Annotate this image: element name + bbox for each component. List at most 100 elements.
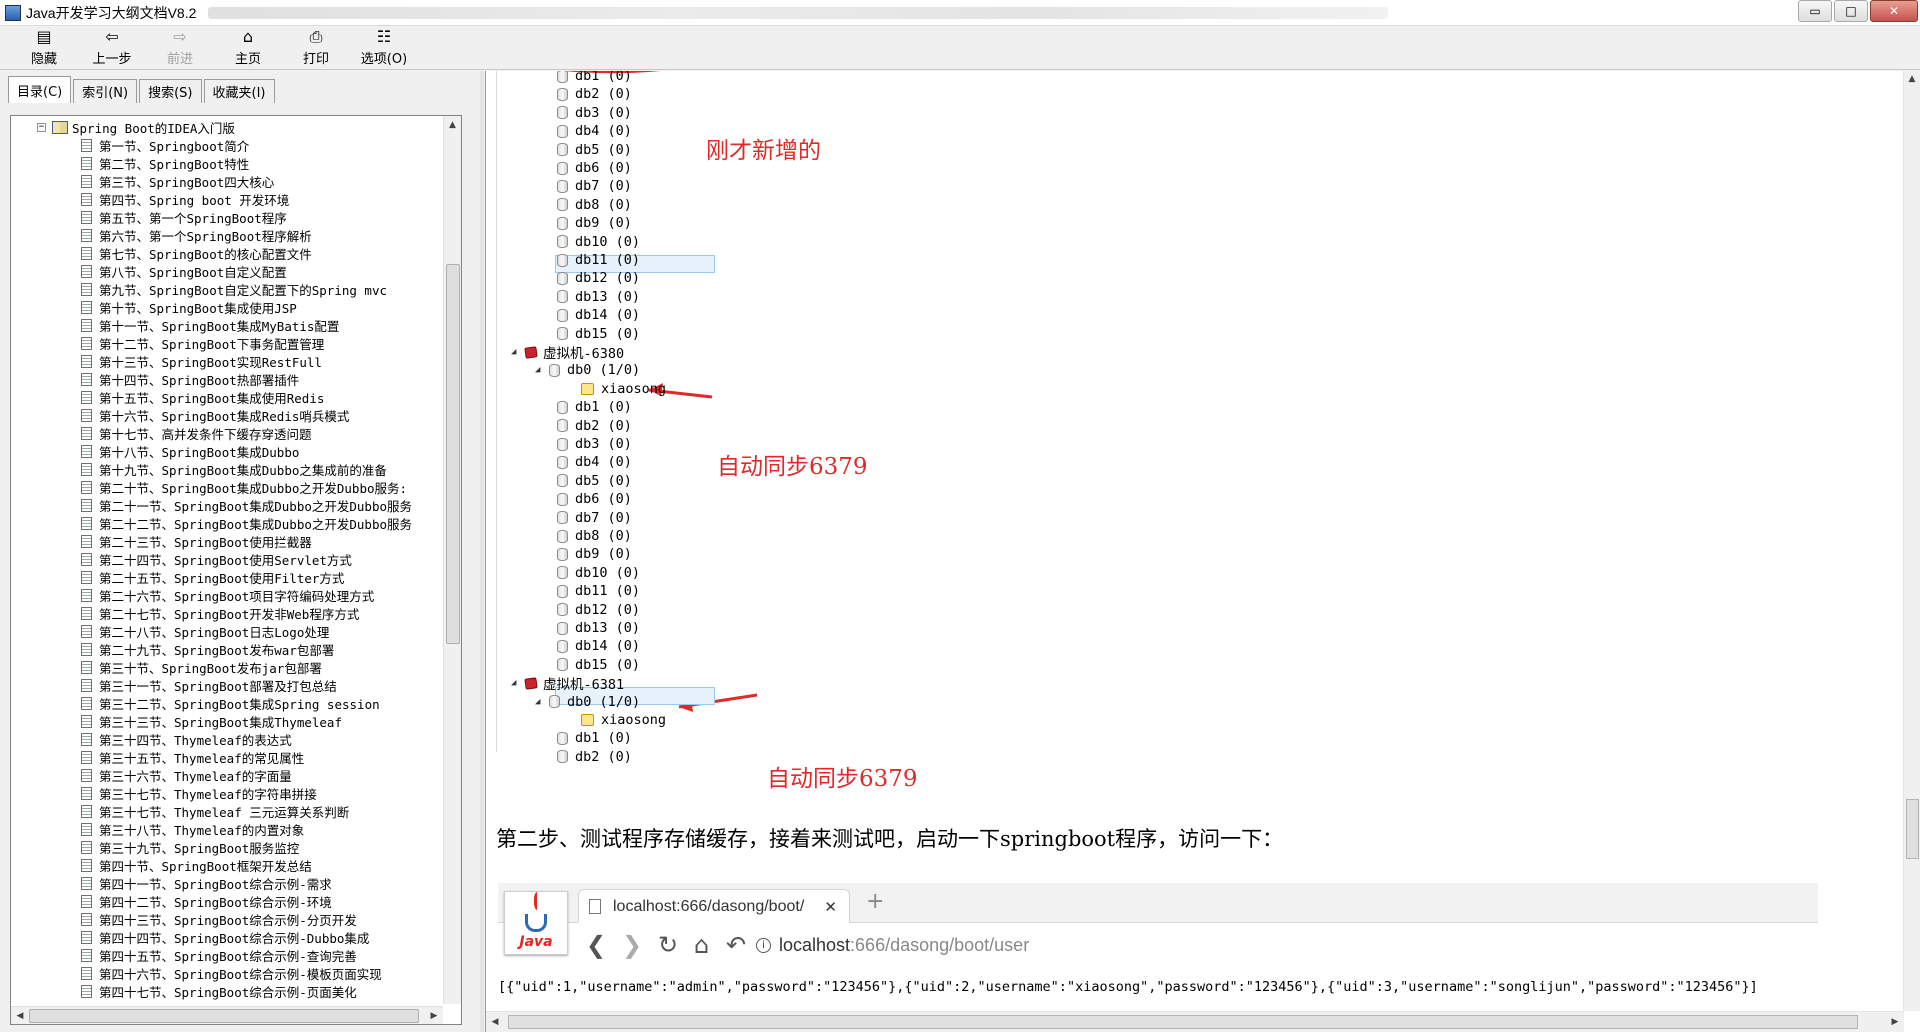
toc-item[interactable]: 第二十节、SpringBoot集成Dubbo之开发Dubbo服务: <box>81 478 412 496</box>
expand-icon[interactable]: ◢ <box>535 365 549 375</box>
toc-item[interactable]: 第三十四节、Thymeleaf的表达式 <box>81 730 412 748</box>
expand-icon[interactable]: ◢ <box>535 697 549 707</box>
toc-item[interactable]: 第三十节、SpringBoot发布jar包部署 <box>81 658 412 676</box>
redis-db-node[interactable]: db1 (0) <box>557 398 632 416</box>
toc-item[interactable]: 第三十二节、SpringBoot集成Spring session <box>81 694 412 712</box>
redis-db-node[interactable]: db4 (0) <box>557 122 632 140</box>
redis-db-node[interactable]: db11 (0) <box>557 251 640 269</box>
expand-icon[interactable]: ◢ <box>511 347 525 357</box>
content-vertical-scrollbar[interactable]: ▲ <box>1903 71 1920 1011</box>
scroll-left-icon[interactable]: ◀ <box>486 1012 504 1032</box>
toc-item[interactable]: 第四十三节、SpringBoot综合示例-分页开发 <box>81 910 412 928</box>
redis-db-node[interactable]: db6 (0) <box>557 490 632 508</box>
toc-item[interactable]: 第十一节、SpringBoot集成MyBatis配置 <box>81 316 412 334</box>
toc-vertical-scrollbar[interactable]: ▲ <box>443 116 461 1004</box>
scroll-left-icon[interactable]: ◀ <box>11 1007 29 1024</box>
toc-item[interactable]: 第七节、SpringBoot的核心配置文件 <box>81 244 412 262</box>
toc-item[interactable]: 第二十八节、SpringBoot日志Logo处理 <box>81 622 412 640</box>
scroll-right-icon[interactable]: ▶ <box>1886 1012 1904 1032</box>
redis-db-node[interactable]: db13 (0) <box>557 619 640 637</box>
toc-item[interactable]: 第四十七节、SpringBoot综合示例-页面美化 <box>81 982 412 1000</box>
toc-item[interactable]: 第二十三节、SpringBoot使用拦截器 <box>81 532 412 550</box>
scroll-up-icon[interactable]: ▲ <box>444 116 461 134</box>
reload-icon[interactable]: ↻ <box>658 931 678 959</box>
toc-item[interactable]: 第四十四节、SpringBoot综合示例-Dubbo集成 <box>81 928 412 946</box>
tab-contents[interactable]: 目录(C) <box>8 76 72 103</box>
redis-db-node[interactable]: db12 (0) <box>557 269 640 287</box>
toc-item[interactable]: 第三十五节、Thymeleaf的常见属性 <box>81 748 412 766</box>
redis-db-node[interactable]: db2 (0) <box>557 748 632 766</box>
redis-db-node[interactable]: db10 (0) <box>557 564 640 582</box>
toc-item[interactable]: 第六节、第一个SpringBoot程序解析 <box>81 226 412 244</box>
toc-item[interactable]: 第二节、SpringBoot特性 <box>81 154 412 172</box>
toc-item[interactable]: 第四节、Spring boot 开发环境 <box>81 190 412 208</box>
print-button[interactable]: ⎙ 打印 <box>282 26 350 69</box>
collapse-icon[interactable]: − <box>37 122 46 132</box>
maximize-button[interactable]: □ <box>1834 0 1868 22</box>
new-tab-icon[interactable]: + <box>866 889 884 914</box>
scroll-thumb[interactable] <box>446 264 460 644</box>
content-horizontal-scrollbar[interactable]: ◀ ▶ <box>486 1011 1904 1032</box>
toc-item[interactable]: 第十九节、SpringBoot集成Dubbo之集成前的准备 <box>81 460 412 478</box>
redis-db-node[interactable]: db9 (0) <box>557 214 632 232</box>
redis-db-node[interactable]: ◢ db0 (1/0) <box>535 693 640 711</box>
home-icon[interactable]: ⌂ <box>694 931 709 959</box>
redis-db-node[interactable]: db4 (0) <box>557 453 632 471</box>
toc-item[interactable]: 第五节、第一个SpringBoot程序 <box>81 208 412 226</box>
scroll-right-icon[interactable]: ▶ <box>425 1007 443 1024</box>
home-button[interactable]: ⌂ 主页 <box>214 26 282 69</box>
minimize-button[interactable]: ▭ <box>1798 0 1832 22</box>
toc-horizontal-scrollbar[interactable]: ◀ ▶ <box>11 1006 443 1024</box>
toc-item[interactable]: 第四十一节、SpringBoot综合示例-需求 <box>81 874 412 892</box>
redis-db-node[interactable]: db3 (0) <box>557 435 632 453</box>
tab-favorites[interactable]: 收藏夹(I) <box>203 79 275 103</box>
toc-item[interactable]: 第八节、SpringBoot自定义配置 <box>81 262 412 280</box>
toc-item[interactable]: 第一节、Springboot简介 <box>81 136 412 154</box>
toc-item[interactable]: 第四十五节、SpringBoot综合示例-查询完善 <box>81 946 412 964</box>
toc-item[interactable]: 第十八节、SpringBoot集成Dubbo <box>81 442 412 460</box>
redis-db-node[interactable]: db2 (0) <box>557 85 632 103</box>
toc-item[interactable]: 第三十三节、SpringBoot集成Thymeleaf <box>81 712 412 730</box>
tab-search[interactable]: 搜索(S) <box>139 79 202 103</box>
info-icon[interactable]: i <box>756 938 771 953</box>
redis-db-node[interactable]: db8 (0) <box>557 527 632 545</box>
redis-db-node[interactable]: db10 (0) <box>557 233 640 251</box>
toc-item[interactable]: 第十节、SpringBoot集成使用JSP <box>81 298 412 316</box>
toc-item[interactable]: 第十五节、SpringBoot集成使用Redis <box>81 388 412 406</box>
redis-db-node[interactable]: db8 (0) <box>557 196 632 214</box>
expand-icon[interactable]: ◢ <box>511 678 525 688</box>
toc-item[interactable]: 第二十七节、SpringBoot开发非Web程序方式 <box>81 604 412 622</box>
redis-db-node[interactable]: db12 (0) <box>557 601 640 619</box>
panel-splitter[interactable] <box>480 71 484 1032</box>
close-button[interactable]: ✕ <box>1870 0 1918 22</box>
redis-db-node[interactable]: db15 (0) <box>557 325 640 343</box>
address-bar[interactable]: i localhost:666/dasong/boot/user <box>756 935 1029 956</box>
toc-item[interactable]: 第十二节、SpringBoot下事务配置管理 <box>81 334 412 352</box>
redis-key-node[interactable]: xiaosong <box>581 380 666 398</box>
redis-db-node[interactable]: db2 (0) <box>557 417 632 435</box>
redis-db-node[interactable]: db1 (0) <box>557 71 632 85</box>
toc-item[interactable]: 第三节、SpringBoot四大核心 <box>81 172 412 190</box>
forward-icon[interactable]: ❯ <box>622 931 642 959</box>
back-button[interactable]: ⇦ 上一步 <box>78 26 146 69</box>
scroll-up-icon[interactable]: ▲ <box>1904 71 1920 88</box>
redis-server-node[interactable]: ◢ 虚拟机-6381 <box>511 674 624 693</box>
toc-item[interactable]: 第三十七节、Thymeleaf 三元运算关系判断 <box>81 802 412 820</box>
toc-item[interactable]: 第十四节、SpringBoot热部署插件 <box>81 370 412 388</box>
tab-index[interactable]: 索引(N) <box>73 79 138 103</box>
toc-item[interactable]: 第四十六节、SpringBoot综合示例-模板页面实现 <box>81 964 412 982</box>
redis-db-node[interactable]: db14 (0) <box>557 306 640 324</box>
redis-db-node[interactable]: db13 (0) <box>557 288 640 306</box>
toc-item[interactable]: 第二十一节、SpringBoot集成Dubbo之开发Dubbo服务 <box>81 496 412 514</box>
toc-item[interactable]: 第三十八节、Thymeleaf的内置对象 <box>81 820 412 838</box>
forward-button[interactable]: ⇨ 前进 <box>146 26 214 69</box>
hscroll-thumb[interactable] <box>29 1009 419 1023</box>
hide-button[interactable]: ▤ 隐藏 <box>10 26 78 69</box>
redis-db-node[interactable]: ◢ db0 (1/0) <box>535 361 640 379</box>
redis-db-node[interactable]: db11 (0) <box>557 582 640 600</box>
redis-db-node[interactable]: db7 (0) <box>557 509 632 527</box>
redis-key-node[interactable]: xiaosong <box>581 711 666 729</box>
toc-item[interactable]: 第二十四节、SpringBoot使用Servlet方式 <box>81 550 412 568</box>
toc-item[interactable]: 第三十七节、Thymeleaf的字符串拼接 <box>81 784 412 802</box>
toc-item[interactable]: 第二十九节、SpringBoot发布war包部署 <box>81 640 412 658</box>
